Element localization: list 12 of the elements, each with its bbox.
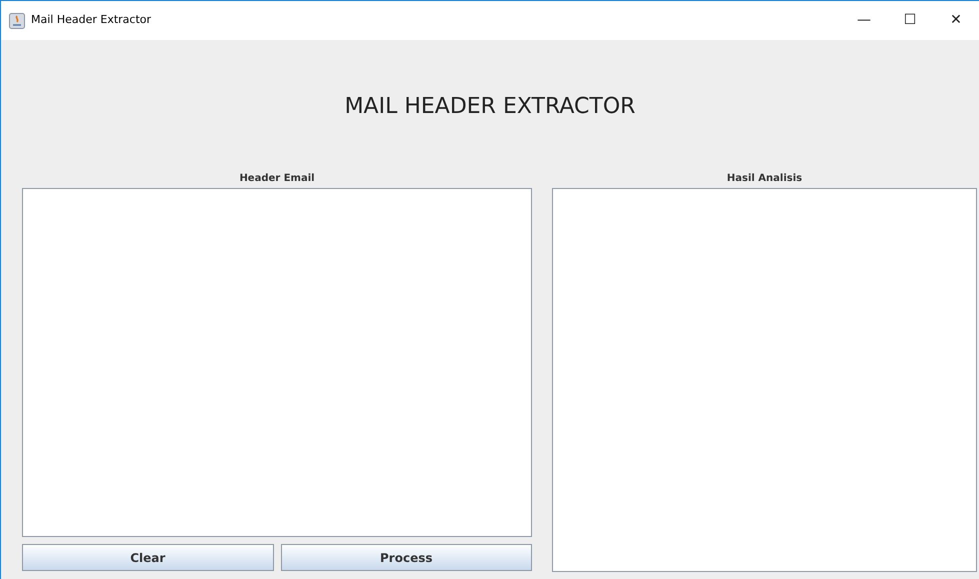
action-button[interactable]: Process — [280, 544, 532, 571]
text-area[interactable] — [22, 188, 532, 537]
window-title: Mail Header Extractor — [31, 12, 152, 28]
text-area[interactable] — [552, 188, 977, 572]
panel-label: Header Email — [238, 172, 316, 186]
panel-label: Hasil Analisis — [726, 172, 804, 186]
minimize-button[interactable]: — — [841, 6, 887, 36]
action-button[interactable]: Clear — [22, 544, 274, 571]
app-heading: MAIL HEADER EXTRACTOR — [344, 93, 636, 121]
maximize-button[interactable]: ☐ — [887, 6, 933, 36]
close-button[interactable]: ✕ — [933, 6, 979, 36]
app-icon — [9, 12, 25, 28]
